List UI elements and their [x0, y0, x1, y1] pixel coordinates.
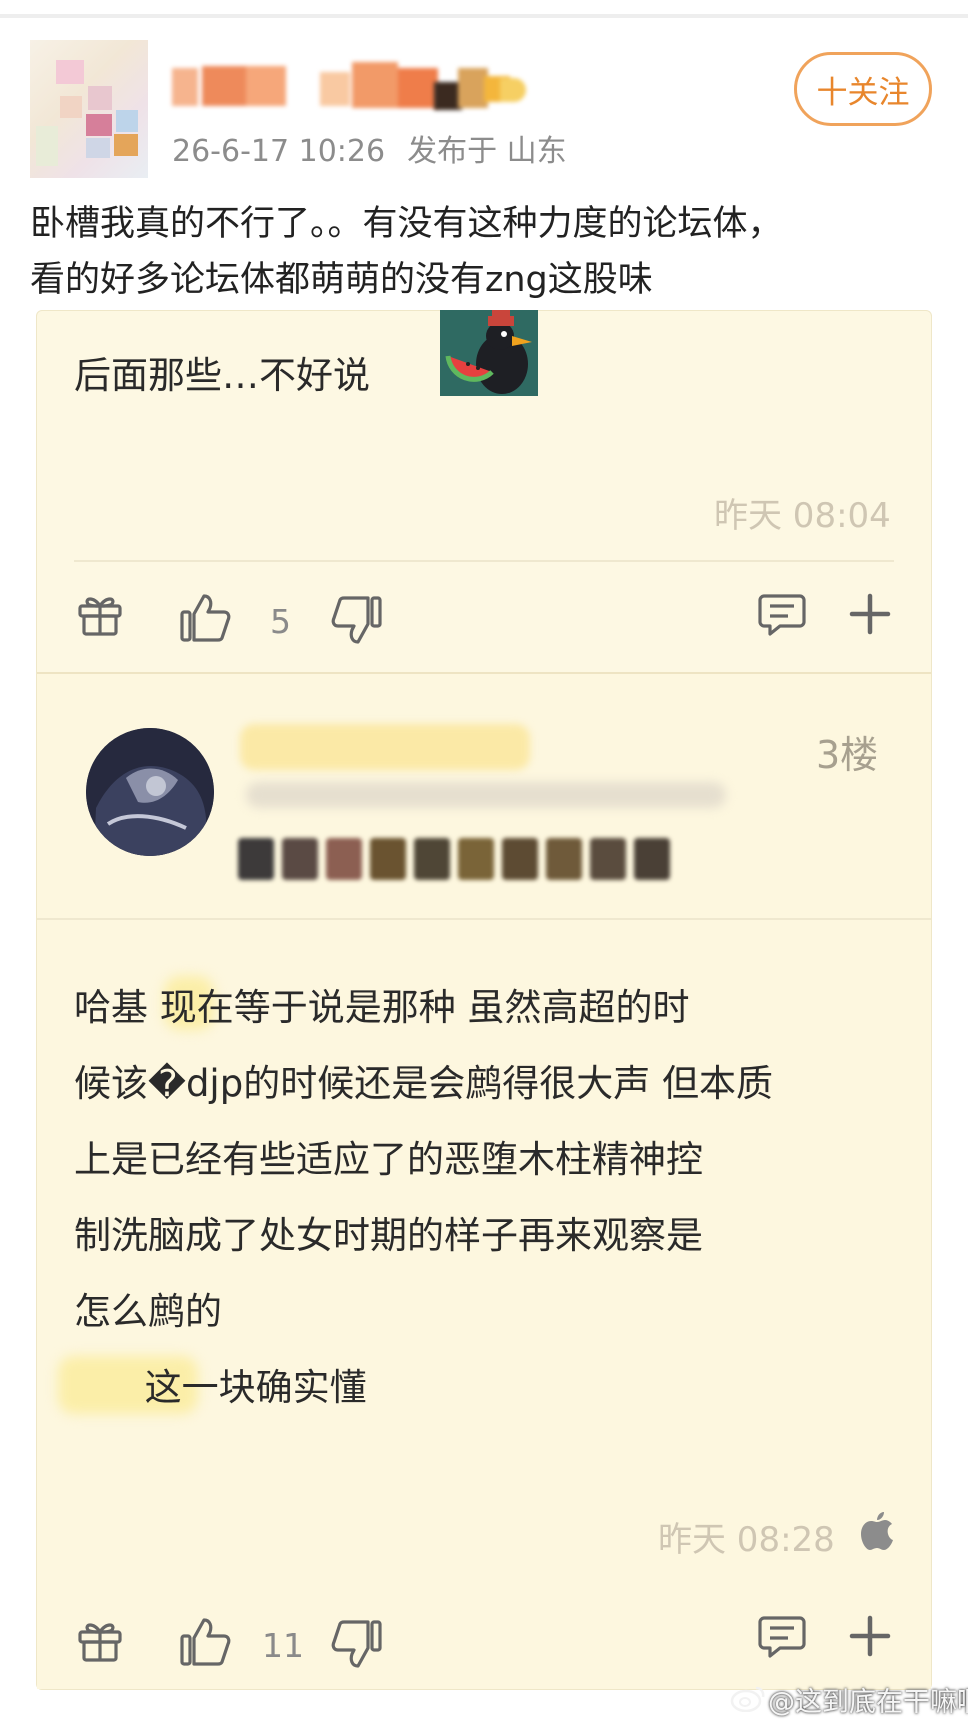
comment-icon[interactable] — [758, 592, 806, 638]
sticker-image — [440, 310, 538, 396]
thumbs-up-icon[interactable] — [178, 592, 232, 644]
post-timestamp: 26-6-17 10:26 — [172, 134, 386, 169]
floor-3-userinfo-blurred — [246, 782, 726, 808]
watermark-label: @这到底在干嘛啊 — [768, 1687, 968, 1718]
watermark-text: @这到底在干嘛啊 — [768, 1680, 968, 1719]
floor-3-header-divider — [37, 918, 931, 920]
thumbs-down-icon[interactable] — [330, 594, 384, 646]
floor-3-line-2: 候该�djp的时候还是会鹧得很大声 但本质 — [74, 1062, 773, 1105]
gift-icon[interactable] — [76, 592, 124, 638]
post-line-1: 卧槽我真的不行了。。有没有这种力度的论坛体， — [30, 204, 783, 244]
comment-icon[interactable] — [758, 1614, 806, 1660]
follow-button[interactable]: 十关注 — [794, 52, 932, 126]
reply-1-divider — [74, 560, 894, 562]
top-divider — [0, 14, 968, 18]
floor-3-like-count: 11 — [262, 1626, 304, 1665]
user-avatar[interactable] — [30, 40, 148, 178]
section-divider — [37, 672, 931, 674]
floor-3-body: 哈基 现在等于说是那种 虽然高超的时 候该�djp的时候还是会鹧得很大声 但本质… — [74, 970, 894, 1426]
weibo-icon — [730, 1684, 766, 1716]
reply-1-like-count: 5 — [270, 602, 291, 641]
thumbs-down-icon[interactable] — [330, 1618, 384, 1670]
post-body: 卧槽我真的不行了。。有没有这种力度的论坛体， 看的好多论坛体都萌萌的没有zng这… — [30, 196, 940, 308]
floor-3-line-5: 怎么鹧的 — [74, 1290, 222, 1333]
post-location: 发布于 山东 — [407, 134, 567, 169]
user-level-badge — [420, 62, 530, 112]
reply-1-text: 后面那些…不好说 — [74, 354, 370, 397]
follow-button-label: 十关注 — [816, 74, 910, 111]
post-meta: 26-6-17 10:26 发布于 山东 — [172, 126, 567, 170]
floor-3-time: 昨天 08:28 — [658, 1520, 835, 1560]
floor-3-avatar[interactable] — [86, 728, 214, 856]
floor-3-line-1: 哈基 现在等于说是那种 虽然高超的时 — [74, 986, 690, 1029]
floor-number: 3楼 — [816, 733, 879, 777]
post-line-2: 看的好多论坛体都萌萌的没有zng这股味 — [30, 260, 653, 300]
floor-3-username-blurred[interactable] — [240, 724, 530, 770]
plus-icon[interactable] — [848, 592, 892, 636]
gift-icon[interactable] — [76, 1618, 124, 1664]
floor-3-line-4: 制洗脑成了处女时期的样子再来观察是 — [74, 1214, 703, 1257]
reply-1-time: 昨天 08:04 — [714, 496, 891, 536]
floor-3-line-6: 这一块确实懂 — [74, 1366, 367, 1409]
plus-icon[interactable] — [848, 1614, 892, 1658]
floor-3-line-3: 上是已经有些适应了的恶堕木柱精神控 — [74, 1138, 703, 1181]
apple-icon — [860, 1510, 894, 1550]
thumbs-up-icon[interactable] — [178, 1616, 232, 1668]
